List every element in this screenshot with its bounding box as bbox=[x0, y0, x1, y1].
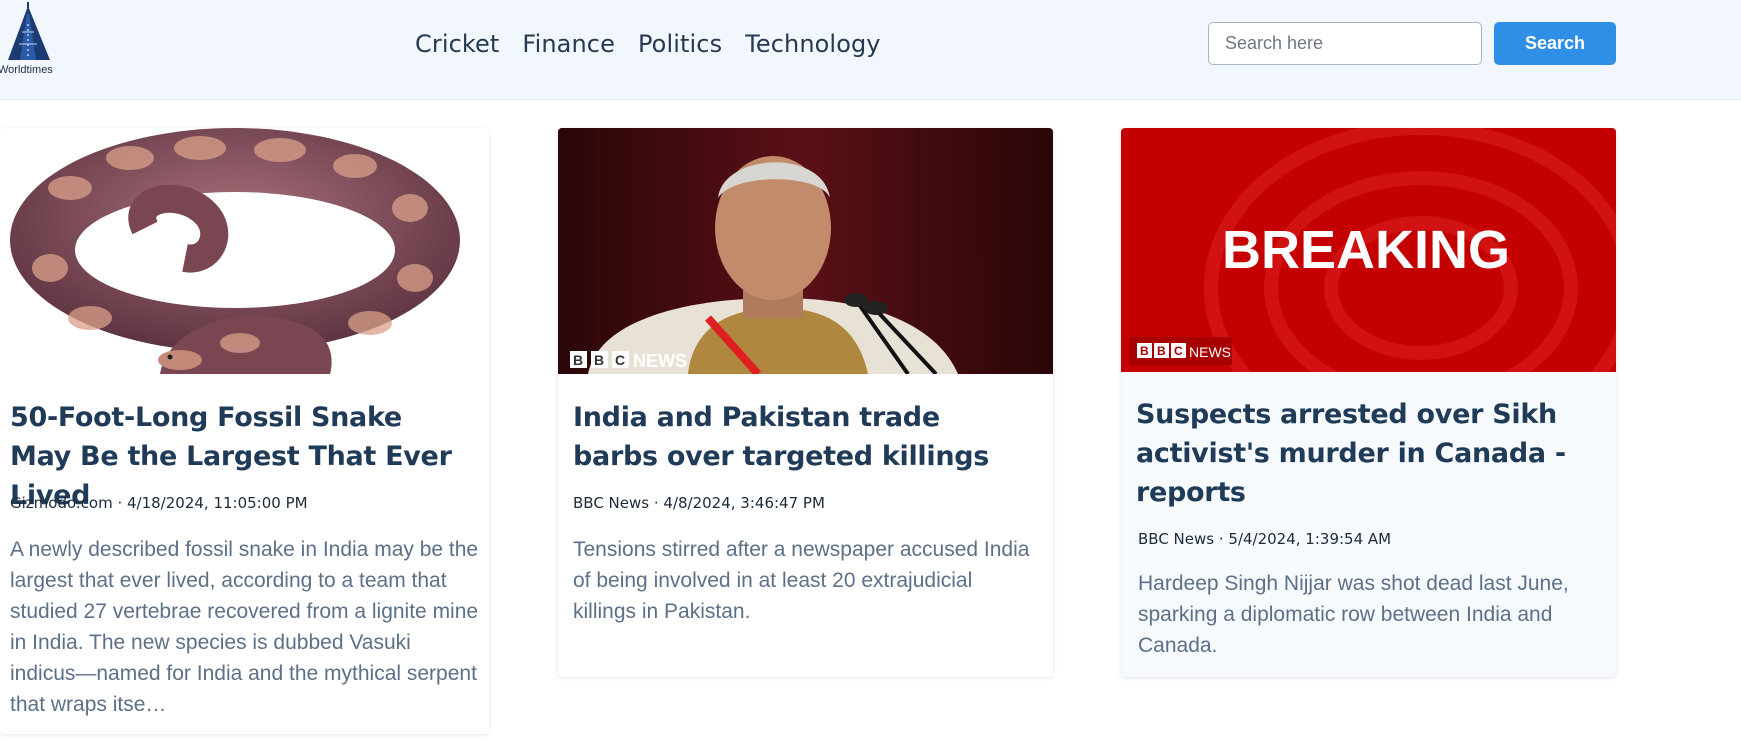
category-nav: Cricket Finance Politics Technology bbox=[415, 30, 881, 58]
svg-text:C: C bbox=[1174, 344, 1183, 358]
article-title[interactable]: India and Pakistan trade barbs over targ… bbox=[573, 398, 1033, 476]
tower-logo-icon bbox=[8, 2, 50, 60]
brand-name: Worldtimes bbox=[0, 64, 53, 76]
article-image[interactable]: BREAKING B B C NEWS bbox=[1121, 128, 1616, 372]
article-meta: BBC News · 5/4/2024, 1:39:54 AM bbox=[1138, 530, 1392, 548]
nav-link-finance[interactable]: Finance bbox=[522, 30, 615, 58]
search-button[interactable]: Search bbox=[1494, 22, 1616, 65]
svg-text:BREAKING: BREAKING bbox=[1222, 220, 1510, 280]
navbar: Worldtimes Cricket Finance Politics Tech… bbox=[0, 0, 1741, 100]
svg-text:B: B bbox=[594, 352, 604, 368]
svg-text:NEWS: NEWS bbox=[1189, 344, 1231, 360]
nav-link-politics[interactable]: Politics bbox=[638, 30, 722, 58]
news-card[interactable]: 50-Foot-Long Fossil Snake May Be the Lar… bbox=[0, 128, 489, 734]
breaking-news-image: BREAKING B B C NEWS bbox=[1121, 128, 1616, 372]
worldtimes-logo[interactable]: Worldtimes bbox=[0, 2, 64, 76]
nav-link-cricket[interactable]: Cricket bbox=[415, 30, 499, 58]
speaker-photo-image: B B C NEWS bbox=[558, 128, 1053, 374]
news-card[interactable]: BREAKING B B C NEWS Suspects arrested ov… bbox=[1121, 128, 1616, 677]
nav-link-technology[interactable]: Technology bbox=[745, 30, 880, 58]
svg-text:C: C bbox=[615, 352, 625, 368]
svg-text:B: B bbox=[1140, 344, 1149, 358]
article-description: Tensions stirred after a newspaper accus… bbox=[573, 538, 1030, 623]
news-card[interactable]: B B C NEWS India and Pakistan trade barb… bbox=[558, 128, 1053, 677]
svg-text:B: B bbox=[573, 352, 583, 368]
article-image[interactable] bbox=[10, 128, 460, 374]
article-meta: Gizmodo.com · 4/18/2024, 11:05:00 PM bbox=[10, 494, 308, 512]
fossil-snake-image bbox=[10, 128, 460, 374]
search-input[interactable] bbox=[1208, 22, 1482, 65]
article-image[interactable]: B B C NEWS bbox=[558, 128, 1053, 374]
article-description: Hardeep Singh Nijjar was shot dead last … bbox=[1138, 572, 1569, 657]
bbc-news-watermark: B B C NEWS bbox=[1129, 337, 1232, 365]
article-description: A newly described fossil snake in India … bbox=[10, 538, 479, 716]
article-meta: BBC News · 4/8/2024, 3:46:47 PM bbox=[573, 494, 825, 512]
article-title[interactable]: Suspects arrested over Sikh activist's m… bbox=[1136, 395, 1596, 512]
svg-text:B: B bbox=[1157, 344, 1166, 358]
svg-text:NEWS: NEWS bbox=[633, 351, 687, 371]
